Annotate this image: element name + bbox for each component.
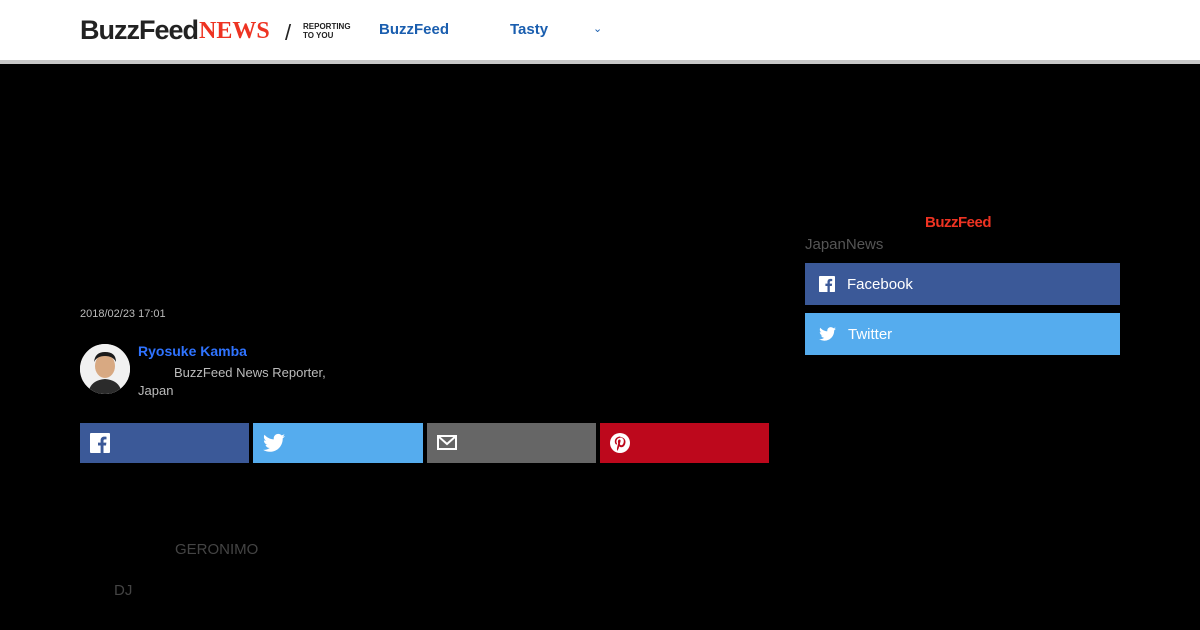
author-avatar[interactable] xyxy=(80,344,130,394)
mail-icon xyxy=(436,435,457,450)
avatar-image xyxy=(80,344,130,394)
pinterest-icon xyxy=(609,433,630,453)
buzzfeed-news-logo[interactable]: BuzzFeed NEWS / REPORTING TO YOU xyxy=(80,14,351,45)
article-date: 2018/02/23 17:01 xyxy=(80,308,166,320)
logo-news-text: NEWS xyxy=(199,18,270,44)
twitter-icon xyxy=(263,433,286,452)
share-buttons-row xyxy=(80,423,769,463)
share-email-button[interactable] xyxy=(426,423,596,463)
follow-facebook-button[interactable]: Facebook xyxy=(805,263,1120,305)
logo-buzzfeed-text: BuzzFeed xyxy=(80,15,199,45)
facebook-icon xyxy=(90,433,110,453)
chevron-down-icon[interactable]: ⌄ xyxy=(593,22,602,35)
sidebar-title: JapanNews xyxy=(805,236,884,253)
logo-tagline: REPORTING TO YOU xyxy=(303,22,351,40)
twitter-icon xyxy=(819,327,836,341)
logo-slash: / xyxy=(285,20,292,45)
share-twitter-button[interactable] xyxy=(253,423,423,463)
follow-facebook-label: Facebook xyxy=(847,275,913,293)
body-text-dj: DJ xyxy=(114,582,133,599)
body-text-geronimo: GERONIMO xyxy=(175,541,259,558)
top-navigation-bar: BuzzFeed NEWS / REPORTING TO YOU BuzzFee… xyxy=(0,0,1200,60)
facebook-icon xyxy=(819,276,835,292)
share-facebook-button[interactable] xyxy=(80,423,250,463)
nav-link-tasty[interactable]: Tasty xyxy=(510,21,548,38)
author-name-link[interactable]: Ryosuke Kamba xyxy=(138,343,247,359)
nav-link-buzzfeed[interactable]: BuzzFeed xyxy=(379,21,449,38)
header-divider xyxy=(0,60,1200,64)
follow-twitter-label: Twitter xyxy=(848,325,893,343)
follow-twitter-button[interactable]: Twitter xyxy=(805,313,1120,355)
share-pinterest-button[interactable] xyxy=(599,423,769,463)
author-role: BuzzFeed News Reporter, Japan xyxy=(138,365,326,398)
sidebar-buzzfeed-logo: BuzzFeed xyxy=(925,214,992,231)
